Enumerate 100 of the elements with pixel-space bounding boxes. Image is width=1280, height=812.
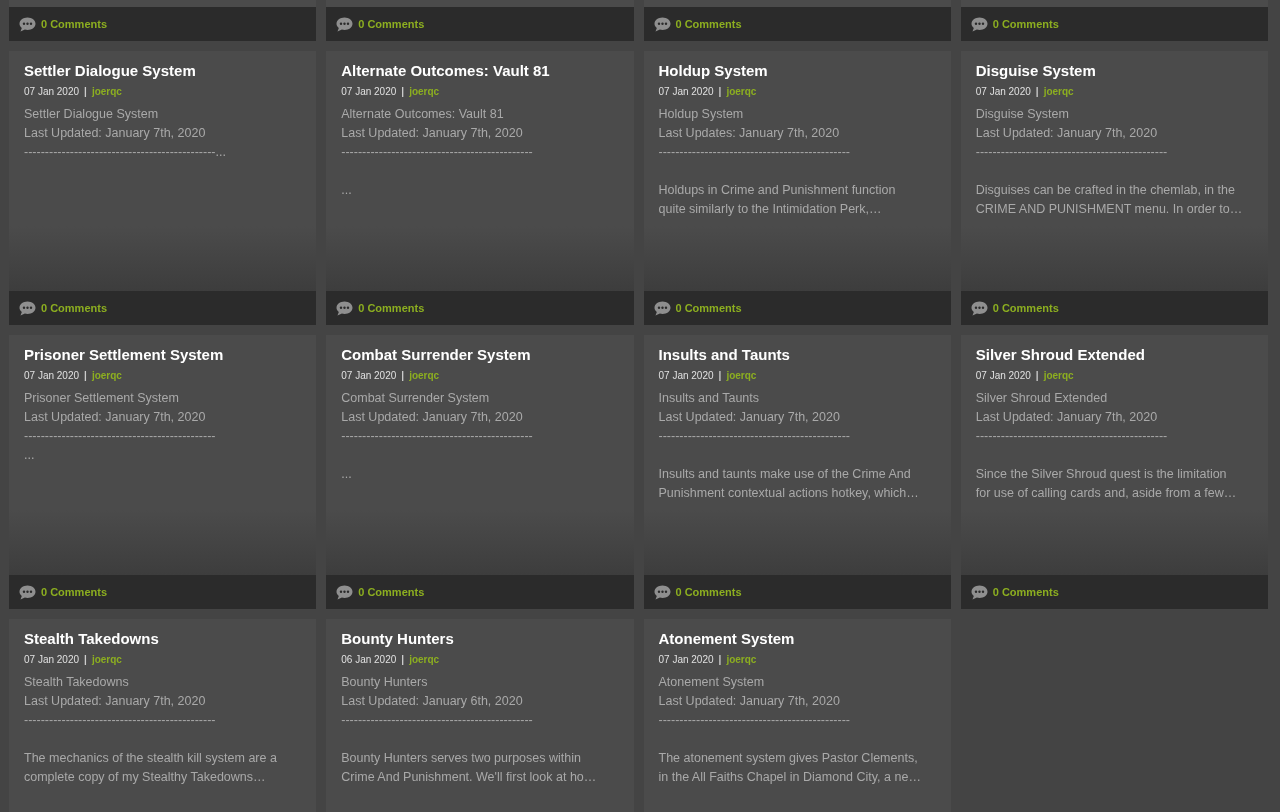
post-text: Last Updated: January 7th, 2020: [341, 409, 523, 426]
meta-separator: |: [84, 654, 87, 666]
post-text: ----------------------------------------------: [341, 712, 533, 729]
author-link[interactable]: joerqc: [1043, 370, 1074, 382]
post-title[interactable]: Holdup System: [658, 61, 768, 81]
post-text: ----------------------------------------------: [975, 428, 1168, 445]
comment-icon: [653, 300, 671, 316]
post-title[interactable]: Disguise System: [975, 61, 1096, 81]
post-text: Last Updates: January 7th, 2020: [658, 125, 840, 142]
post-text: ----------------------------------------------: [341, 144, 533, 161]
comment-icon: [653, 584, 671, 600]
post-date: 07 Jan 2020: [658, 86, 714, 98]
post-date: 07 Jan 2020: [658, 370, 714, 382]
post-title[interactable]: Silver Shroud Extended: [975, 345, 1145, 365]
post-text: Last Updated: January 7th, 2020: [24, 409, 206, 426]
post-text: for use of calling cards and, aside from a few…: [975, 485, 1237, 502]
comments-link[interactable]: 0 Comments: [675, 586, 742, 598]
post-text: ----------------------------------------------: [341, 428, 533, 445]
post-text: Disguise System: [975, 106, 1069, 123]
post-title[interactable]: Insults and Taunts: [658, 345, 790, 365]
comments-link[interactable]: 0 Comments: [992, 586, 1059, 598]
author-link[interactable]: joerqc: [409, 654, 440, 666]
comments-link[interactable]: 0 Comments: [41, 18, 108, 30]
post-text: Last Updated: January 7th, 2020: [975, 409, 1158, 426]
post-date: 07 Jan 2020: [24, 654, 80, 666]
post-text: ...: [341, 182, 352, 199]
post-date: 07 Jan 2020: [24, 86, 80, 98]
comment-icon: [336, 584, 354, 600]
post-text: ----------------------------------------------: [658, 428, 850, 445]
author-link[interactable]: joerqc: [726, 86, 757, 98]
post-title[interactable]: Prisoner Settlement System: [24, 345, 224, 365]
comment-icon: [19, 300, 36, 316]
post-text: Insults and Taunts: [658, 390, 760, 407]
author-link[interactable]: joerqc: [726, 654, 757, 666]
comment-icon: [653, 16, 671, 32]
post-text: Prisoner Settlement System: [24, 390, 179, 407]
post-text: ----------------------------------------------: [658, 712, 850, 729]
comments-link[interactable]: 0 Comments: [358, 18, 425, 30]
post-title[interactable]: Alternate Outcomes: Vault 81: [341, 61, 550, 81]
post-date: 07 Jan 2020: [975, 370, 1031, 382]
post-date: 07 Jan 2020: [341, 370, 397, 382]
comment-icon: [970, 584, 988, 600]
comment-icon: [19, 16, 36, 32]
post-text: Holdup System: [658, 106, 744, 123]
comments-link[interactable]: 0 Comments: [675, 302, 742, 314]
post-title[interactable]: Stealth Takedowns: [24, 629, 159, 649]
comments-link[interactable]: 0 Comments: [675, 18, 742, 30]
author-link[interactable]: joerqc: [409, 86, 440, 98]
post-text: Since the Silver Shroud quest is the limitation: [975, 466, 1227, 483]
comments-link[interactable]: 0 Comments: [41, 302, 108, 314]
meta-separator: |: [401, 86, 405, 98]
author-link[interactable]: joerqc: [91, 654, 122, 666]
post-text: ...: [341, 466, 352, 483]
comment-icon: [970, 300, 988, 316]
post-text: Atonement System: [658, 674, 765, 691]
meta-separator: |: [718, 370, 722, 382]
post-text: Last Updated: January 7th, 2020: [24, 693, 206, 710]
post-text: in the All Faiths Chapel in Diamond City, a ne…: [658, 769, 921, 786]
comment-icon: [970, 16, 988, 32]
post-text: Punishment contextual actions hotkey, which…: [658, 485, 919, 502]
post-text: Last Updated: January 7th, 2020: [658, 693, 840, 710]
author-link[interactable]: joerqc: [91, 86, 122, 98]
post-title[interactable]: Bounty Hunters: [341, 629, 454, 649]
post-text: Last Updated: January 7th, 2020: [24, 125, 206, 142]
post-text: Disguises can be crafted in the chemlab, in the: [975, 182, 1235, 199]
post-text: ----------------------------------------------: [975, 144, 1168, 161]
post-text: Crime And Punishment. We'll first look at ho…: [341, 769, 597, 786]
comment-icon: [336, 16, 354, 32]
author-link[interactable]: joerqc: [1043, 86, 1074, 98]
post-text: Last Updated: January 7th, 2020: [658, 409, 840, 426]
post-title[interactable]: Combat Surrender System: [341, 345, 531, 365]
comments-link[interactable]: 0 Comments: [358, 302, 425, 314]
comments-link[interactable]: 0 Comments: [41, 586, 108, 598]
post-text: ----------------------------------------------: [24, 428, 216, 445]
meta-separator: |: [718, 654, 722, 666]
author-link[interactable]: joerqc: [409, 370, 440, 382]
post-text: Bounty Hunters serves two purposes within: [341, 750, 581, 767]
post-title[interactable]: Settler Dialogue System: [24, 61, 196, 81]
post-text: Last Updated: January 7th, 2020: [975, 125, 1158, 142]
post-text: complete copy of my Stealthy Takedowns…: [24, 769, 266, 786]
post-text: Holdups in Crime and Punishment function: [658, 182, 896, 199]
post-date: 07 Jan 2020: [341, 86, 397, 98]
author-link[interactable]: joerqc: [726, 370, 757, 382]
comments-link[interactable]: 0 Comments: [992, 18, 1059, 30]
post-date: 07 Jan 2020: [24, 370, 80, 382]
meta-separator: |: [1035, 86, 1039, 98]
post-text: ...: [24, 447, 35, 464]
comments-link[interactable]: 0 Comments: [358, 586, 425, 598]
post-text: Alternate Outcomes: Vault 81: [341, 106, 504, 123]
comments-link[interactable]: 0 Comments: [992, 302, 1059, 314]
meta-separator: |: [84, 370, 87, 382]
meta-separator: |: [401, 654, 405, 666]
comment-icon: [19, 584, 36, 600]
meta-separator: |: [1035, 370, 1039, 382]
post-text: CRIME AND PUNISHMENT menu. In order to…: [975, 201, 1243, 218]
post-text: ----------------------------------------------: [658, 144, 850, 161]
post-text: Insults and taunts make use of the Crime And: [658, 466, 911, 483]
author-link[interactable]: joerqc: [91, 370, 122, 382]
post-text: Bounty Hunters: [341, 674, 428, 691]
post-title[interactable]: Atonement System: [658, 629, 795, 649]
